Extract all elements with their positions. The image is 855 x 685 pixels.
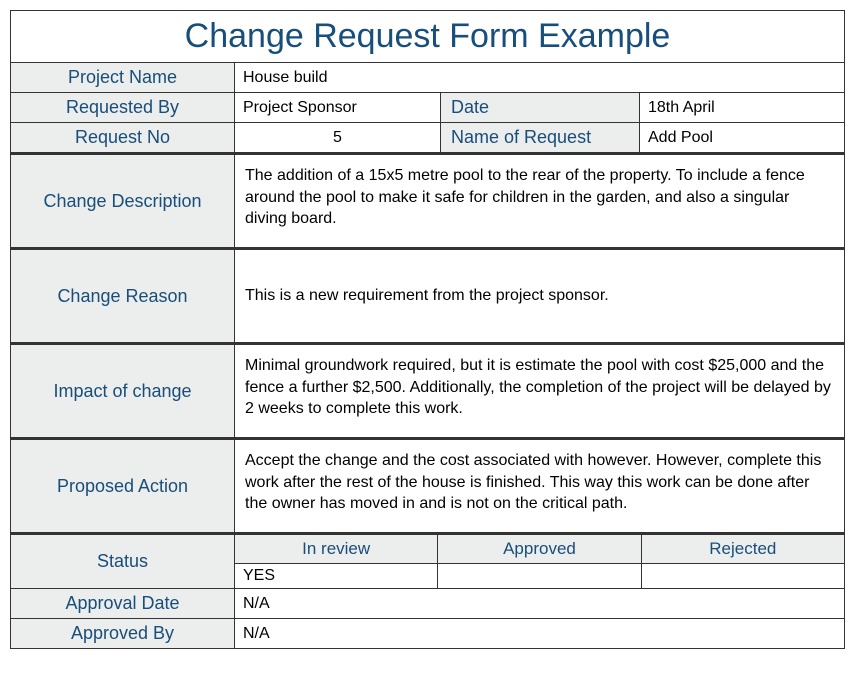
label-approval-date: Approval Date bbox=[11, 589, 235, 618]
row-requested-by: Requested By Project Sponsor Date 18th A… bbox=[11, 93, 844, 123]
status-header-approved: Approved bbox=[438, 535, 641, 563]
status-value-approved bbox=[438, 564, 641, 588]
status-value-rejected bbox=[642, 564, 844, 588]
label-change-description: Change Description bbox=[11, 155, 235, 247]
row-proposed-action: Proposed Action Accept the change and th… bbox=[11, 438, 844, 533]
form-title: Change Request Form Example bbox=[11, 11, 844, 63]
label-approved-by: Approved By bbox=[11, 619, 235, 648]
label-proposed-action: Proposed Action bbox=[11, 440, 235, 532]
value-change-description: The addition of a 15x5 metre pool to the… bbox=[235, 155, 844, 247]
status-header-row: In review Approved Rejected bbox=[235, 535, 844, 564]
row-request-no: Request No 5 Name of Request Add Pool bbox=[11, 123, 844, 153]
value-proposed-action: Accept the change and the cost associate… bbox=[235, 440, 844, 532]
status-header-rejected: Rejected bbox=[642, 535, 844, 563]
value-name-of-request: Add Pool bbox=[640, 123, 844, 152]
label-project-name: Project Name bbox=[11, 63, 235, 92]
label-date: Date bbox=[440, 93, 640, 122]
label-change-reason: Change Reason bbox=[11, 250, 235, 342]
label-status: Status bbox=[11, 535, 235, 588]
row-change-description: Change Description The addition of a 15x… bbox=[11, 153, 844, 248]
change-request-form: Change Request Form Example Project Name… bbox=[10, 10, 845, 649]
value-project-name: House build bbox=[235, 63, 844, 92]
row-change-reason: Change Reason This is a new requirement … bbox=[11, 248, 844, 343]
row-approval-date: Approval Date N/A bbox=[11, 589, 844, 619]
value-approved-by: N/A bbox=[235, 619, 844, 648]
status-value-row: YES bbox=[235, 564, 844, 588]
row-impact-of-change: Impact of change Minimal groundwork requ… bbox=[11, 343, 844, 438]
row-status: Status In review Approved Rejected YES bbox=[11, 533, 844, 589]
value-change-reason: This is a new requirement from the proje… bbox=[235, 250, 844, 342]
label-requested-by: Requested By bbox=[11, 93, 235, 122]
value-impact-of-change: Minimal groundwork required, but it is e… bbox=[235, 345, 844, 437]
row-approved-by: Approved By N/A bbox=[11, 619, 844, 648]
status-value-in-review: YES bbox=[235, 564, 438, 588]
value-request-no: 5 bbox=[235, 123, 440, 152]
label-name-of-request: Name of Request bbox=[440, 123, 640, 152]
value-requested-by: Project Sponsor bbox=[235, 93, 440, 122]
value-approval-date: N/A bbox=[235, 589, 844, 618]
label-impact-of-change: Impact of change bbox=[11, 345, 235, 437]
status-block: In review Approved Rejected YES bbox=[235, 535, 844, 588]
value-date: 18th April bbox=[640, 93, 844, 122]
status-header-in-review: In review bbox=[235, 535, 438, 563]
row-project-name: Project Name House build bbox=[11, 63, 844, 93]
label-request-no: Request No bbox=[11, 123, 235, 152]
